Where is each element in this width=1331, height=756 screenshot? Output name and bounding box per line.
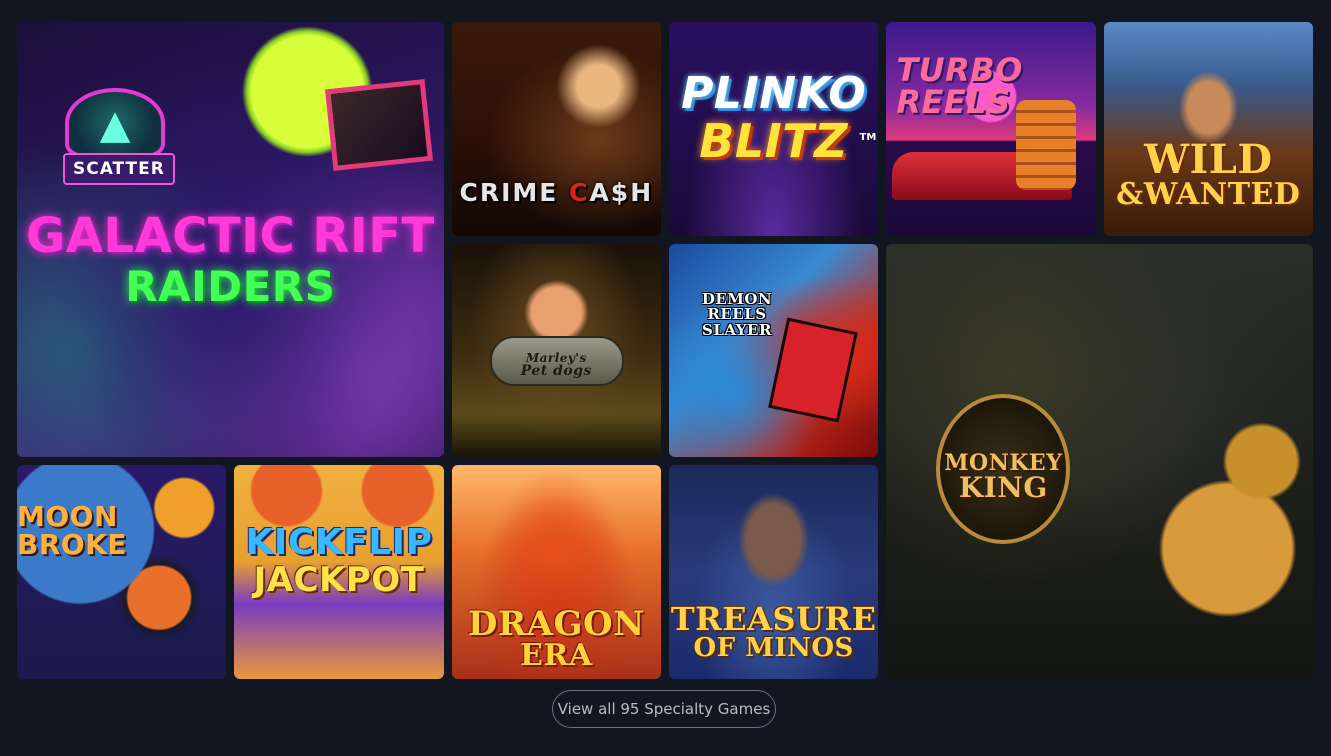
- game-title-pre: CRIME: [459, 178, 559, 207]
- game-title: TURBO REELS: [896, 54, 1095, 118]
- game-tile-crime-cash[interactable]: CRIME CA$H: [451, 22, 661, 236]
- game-title-line-1: WILD: [1144, 136, 1273, 183]
- game-title-line-1: PLINKO: [681, 68, 867, 119]
- game-title-mid: C: [569, 178, 590, 207]
- game-title: GALACTIC RIFT RAIDERS: [17, 212, 444, 308]
- game-title-line-2: JACKPOT: [253, 560, 425, 601]
- game-title-line-2: ERA: [520, 638, 593, 674]
- view-all-games-button[interactable]: View all 95 Specialty Games: [552, 690, 776, 728]
- game-title: DRAGON ERA: [452, 607, 661, 671]
- game-title-line-2: BLITZ: [699, 114, 849, 168]
- game-tile-moon-broke[interactable]: MOON BROKE: [17, 465, 227, 679]
- game-title-line-2: RAIDERS: [125, 262, 336, 311]
- game-tile-plinko-blitz[interactable]: PLINKO BLITZ TM: [668, 22, 879, 236]
- game-tile-turbo-reels[interactable]: TURBO REELS: [886, 22, 1096, 236]
- specialty-games-grid: ▲ SCATTER GALACTIC RIFT RAIDERS CRIME CA…: [17, 22, 1313, 683]
- game-tile-dragon-era[interactable]: DRAGON ERA: [451, 465, 661, 679]
- game-title: TREASURE OF MINOS: [669, 603, 878, 661]
- game-title-line-1: TURBO: [896, 51, 1023, 89]
- game-title: KICKFLIP JACKPOT: [234, 522, 443, 601]
- game-title-line-2: BROKE: [17, 528, 128, 562]
- game-tile-monkey-king[interactable]: MONKEY KING: [886, 243, 1313, 679]
- game-tile-kickflip-jackpot[interactable]: KICKFLIP JACKPOT: [234, 465, 444, 679]
- game-title-post: A$H: [589, 178, 654, 207]
- scatter-badge: SCATTER: [63, 153, 175, 185]
- game-title-line-2: &WANTED: [1116, 177, 1301, 212]
- game-title-line-3: SLAYER: [702, 321, 772, 340]
- game-title: MOON BROKE: [17, 503, 226, 559]
- game-title: Marley's Pet dogs: [452, 352, 661, 379]
- character-frame-icon: [324, 78, 434, 172]
- trademark-mark: TM: [859, 132, 877, 143]
- game-title-line-2: OF MINOS: [693, 633, 854, 664]
- game-tile-galactic-rift-raiders[interactable]: ▲ SCATTER GALACTIC RIFT RAIDERS: [17, 22, 444, 458]
- game-tile-demon-reels-slayer[interactable]: DEMON REELS SLAYER: [668, 243, 879, 458]
- scatter-emblem-icon: ▲: [65, 88, 165, 158]
- game-title: PLINKO BLITZ: [669, 68, 878, 168]
- game-title-line-1: GALACTIC RIFT: [25, 208, 435, 264]
- game-tile-treasure-of-minos[interactable]: TREASURE OF MINOS: [668, 465, 879, 679]
- game-title: CRIME CA$H: [452, 180, 661, 205]
- game-tile-wild-and-wanted[interactable]: WILD &WANTED: [1103, 22, 1313, 236]
- game-title: DEMON REELS SLAYER: [689, 291, 785, 340]
- game-tile-marleys-pet-dogs[interactable]: Marley's Pet dogs: [451, 243, 661, 458]
- game-title-line-1: MOON: [17, 500, 118, 534]
- game-title-line-2: Pet dogs: [520, 363, 592, 380]
- game-title: MONKEY KING: [936, 452, 1070, 502]
- game-title: WILD &WANTED: [1104, 140, 1313, 210]
- game-title-line-2: REELS: [896, 83, 1011, 121]
- game-artwork: [17, 465, 227, 679]
- game-title-line-1: DRAGON: [467, 604, 645, 645]
- game-title-line-1: KICKFLIP: [245, 522, 433, 564]
- game-title-line-2: KING: [958, 470, 1048, 504]
- game-title-line-1: TREASURE: [670, 600, 877, 639]
